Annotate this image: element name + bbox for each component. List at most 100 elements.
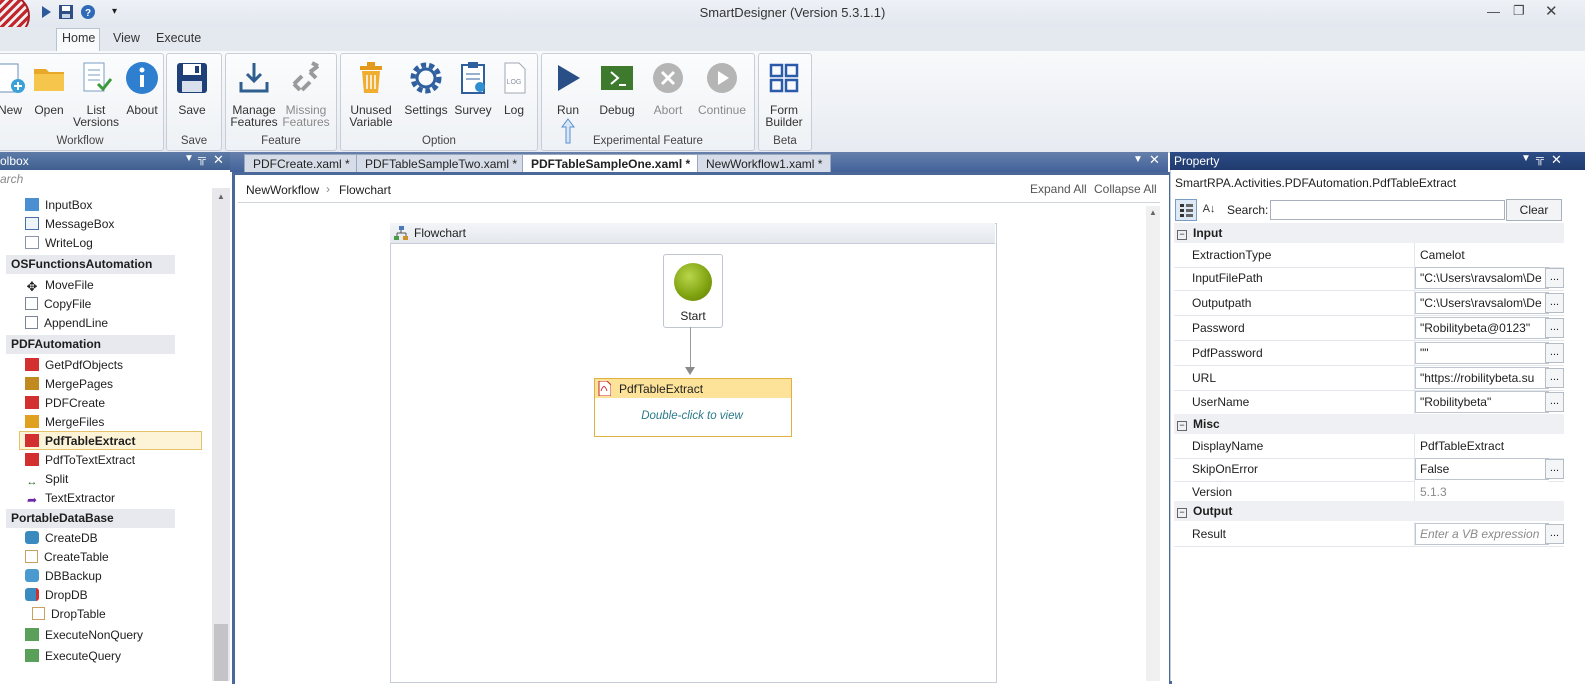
clear-button[interactable]: Clear xyxy=(1506,199,1562,221)
tool-messagebox[interactable]: MessageBox xyxy=(25,217,114,235)
inputfilepath-ellipsis-button[interactable]: ... xyxy=(1545,268,1564,288)
category-misc[interactable]: − Misc xyxy=(1174,414,1564,434)
open-button[interactable]: Open xyxy=(31,60,67,116)
toolbox-menu-icon[interactable]: ▼ xyxy=(184,153,194,164)
toolbox-category-pdf[interactable]: PDFAutomation xyxy=(6,335,175,354)
property-pin-icon[interactable]: ╦ xyxy=(1536,153,1544,165)
extractiontype-value[interactable]: Camelot xyxy=(1415,244,1549,266)
property-menu-icon[interactable]: ▼ xyxy=(1521,153,1531,164)
tool-pdftableextract[interactable]: PdfTableExtract xyxy=(25,434,135,452)
run-button[interactable]: Run xyxy=(550,60,586,116)
toolbox-search-input[interactable]: arch xyxy=(0,170,230,189)
tab-pdftablesampleone[interactable]: PDFTableSampleOne.xaml * xyxy=(522,154,700,173)
tab-pdftablesampletwo[interactable]: PDFTableSampleTwo.xaml * xyxy=(356,154,527,173)
breadcrumb-flowchart[interactable]: Flowchart xyxy=(339,183,391,197)
skiponerror-ellipsis-button[interactable]: ... xyxy=(1545,459,1564,479)
collapse-icon[interactable]: − xyxy=(1177,230,1187,240)
tab-execute[interactable]: Execute xyxy=(156,31,201,45)
tab-newworkflow1[interactable]: NewWorkflow1.xaml * xyxy=(697,154,832,173)
password-field[interactable]: "Robilitybeta@0123" xyxy=(1415,317,1549,339)
minimize-icon[interactable]: — xyxy=(1487,4,1500,19)
toolbox-scrollbar[interactable]: ▲ xyxy=(212,188,230,681)
category-input[interactable]: − Input xyxy=(1174,223,1564,243)
manage-features-button[interactable]: Manage Features xyxy=(229,60,279,128)
result-ellipsis-button[interactable]: ... xyxy=(1545,524,1564,544)
tool-getpdfobjects[interactable]: GetPdfObjects xyxy=(25,358,123,376)
tool-executenonquery[interactable]: ExecuteNonQuery xyxy=(25,628,143,646)
toolbox-scroll-thumb[interactable] xyxy=(214,624,228,681)
alphabetical-sort-icon[interactable]: A↓ xyxy=(1199,199,1219,219)
unused-variable-button[interactable]: Unused Variable xyxy=(346,60,396,128)
tool-executequery[interactable]: ExecuteQuery xyxy=(25,649,121,667)
breadcrumb-newworkflow[interactable]: NewWorkflow xyxy=(246,183,319,197)
collapse-icon[interactable]: − xyxy=(1177,421,1187,431)
outputpath-ellipsis-button[interactable]: ... xyxy=(1545,293,1564,313)
tab-close-icon[interactable]: ✕ xyxy=(1149,152,1160,168)
new-button[interactable]: New xyxy=(0,60,28,116)
toolbox-category-os[interactable]: OSFunctionsAutomation xyxy=(6,255,175,274)
tool-dropdb[interactable]: DropDB xyxy=(25,588,88,606)
form-builder-button[interactable]: Form Builder xyxy=(761,60,807,128)
tool-dbbackup[interactable]: DBBackup xyxy=(25,569,102,587)
tool-appendline[interactable]: AppendLine xyxy=(25,316,108,334)
canvas-scroll-up-icon[interactable]: ▲ xyxy=(1149,208,1157,217)
result-field[interactable]: Enter a VB expression xyxy=(1415,523,1549,545)
pdf-icon xyxy=(598,381,611,396)
tab-home[interactable]: Home xyxy=(62,31,95,45)
username-field[interactable]: "Robilitybeta" xyxy=(1415,391,1549,413)
list-versions-button[interactable]: List Versions xyxy=(72,60,120,128)
url-field[interactable]: "https://robilitybeta.su xyxy=(1415,367,1549,389)
collapse-all-link[interactable]: Collapse All xyxy=(1094,182,1157,196)
username-ellipsis-button[interactable]: ... xyxy=(1545,392,1564,412)
abort-button[interactable]: Abort xyxy=(648,60,688,116)
about-button[interactable]: About xyxy=(122,60,162,116)
toolbox-pin-icon[interactable]: ╦ xyxy=(198,153,206,165)
collapse-icon[interactable]: − xyxy=(1177,508,1187,518)
tool-pdftotextextract[interactable]: PdfToTextExtract xyxy=(25,453,135,471)
tab-view[interactable]: View xyxy=(113,31,140,45)
flowchart-header[interactable]: Flowchart xyxy=(390,223,995,244)
tool-split[interactable]: ↔ Split xyxy=(25,472,69,490)
scroll-up-icon[interactable]: ▲ xyxy=(217,192,225,201)
tool-copyfile[interactable]: CopyFile xyxy=(25,297,91,315)
inputfilepath-field[interactable]: "C:\Users\ravsalom\De xyxy=(1415,267,1549,289)
survey-button[interactable]: Survey xyxy=(452,60,494,116)
debug-button[interactable]: Debug xyxy=(596,60,638,116)
log-button[interactable]: LOG Log xyxy=(496,60,532,116)
canvas-scrollbar[interactable]: ▲ xyxy=(1146,206,1160,681)
tool-label: DropTable xyxy=(51,607,106,621)
expand-all-link[interactable]: Expand All xyxy=(1030,182,1087,196)
tool-textextractor[interactable]: ➦ TextExtractor xyxy=(25,491,115,509)
property-close-icon[interactable]: ✕ xyxy=(1551,152,1562,168)
tool-createtable[interactable]: CreateTable xyxy=(25,550,109,568)
tool-inputbox[interactable]: InputBox xyxy=(25,198,92,216)
tool-movefile[interactable]: ✥ MoveFile xyxy=(25,278,94,296)
tool-pdfcreate[interactable]: PDFCreate xyxy=(25,396,105,414)
password-ellipsis-button[interactable]: ... xyxy=(1545,318,1564,338)
skiponerror-field[interactable]: False xyxy=(1415,458,1549,480)
close-icon[interactable]: ✕ xyxy=(1545,2,1558,20)
property-search-input[interactable] xyxy=(1270,200,1505,220)
flow-connector[interactable] xyxy=(690,327,691,369)
pdfpassword-field[interactable]: "" xyxy=(1415,342,1549,364)
continue-button[interactable]: Continue xyxy=(696,60,748,116)
pdfpassword-ellipsis-button[interactable]: ... xyxy=(1545,343,1564,363)
url-ellipsis-button[interactable]: ... xyxy=(1545,368,1564,388)
tool-droptable[interactable]: DropTable xyxy=(32,607,106,625)
tab-pdfcreate[interactable]: PDFCreate.xaml * xyxy=(244,154,359,173)
tab-list-icon[interactable]: ▼ xyxy=(1133,154,1143,165)
tool-writelog[interactable]: WriteLog xyxy=(25,236,93,254)
tool-createdb[interactable]: CreateDB xyxy=(25,531,98,549)
settings-button[interactable]: Settings xyxy=(401,60,451,116)
category-output[interactable]: − Output xyxy=(1174,501,1564,521)
missing-features-button[interactable]: Missing Features xyxy=(281,60,331,128)
toolbox-category-db[interactable]: PortableDataBase xyxy=(6,509,175,528)
tool-mergepages[interactable]: MergePages xyxy=(25,377,113,395)
restore-icon[interactable]: ❐ xyxy=(1513,3,1525,19)
toolbox-close-icon[interactable]: ✕ xyxy=(213,152,224,168)
displayname-value[interactable]: PdfTableExtract xyxy=(1415,435,1549,457)
outputpath-field[interactable]: "C:\Users\ravsalom\De xyxy=(1415,292,1549,314)
categorized-view-icon[interactable] xyxy=(1175,199,1197,221)
save-button[interactable]: Save xyxy=(172,60,212,116)
activity-header[interactable]: PdfTableExtract xyxy=(595,379,791,398)
